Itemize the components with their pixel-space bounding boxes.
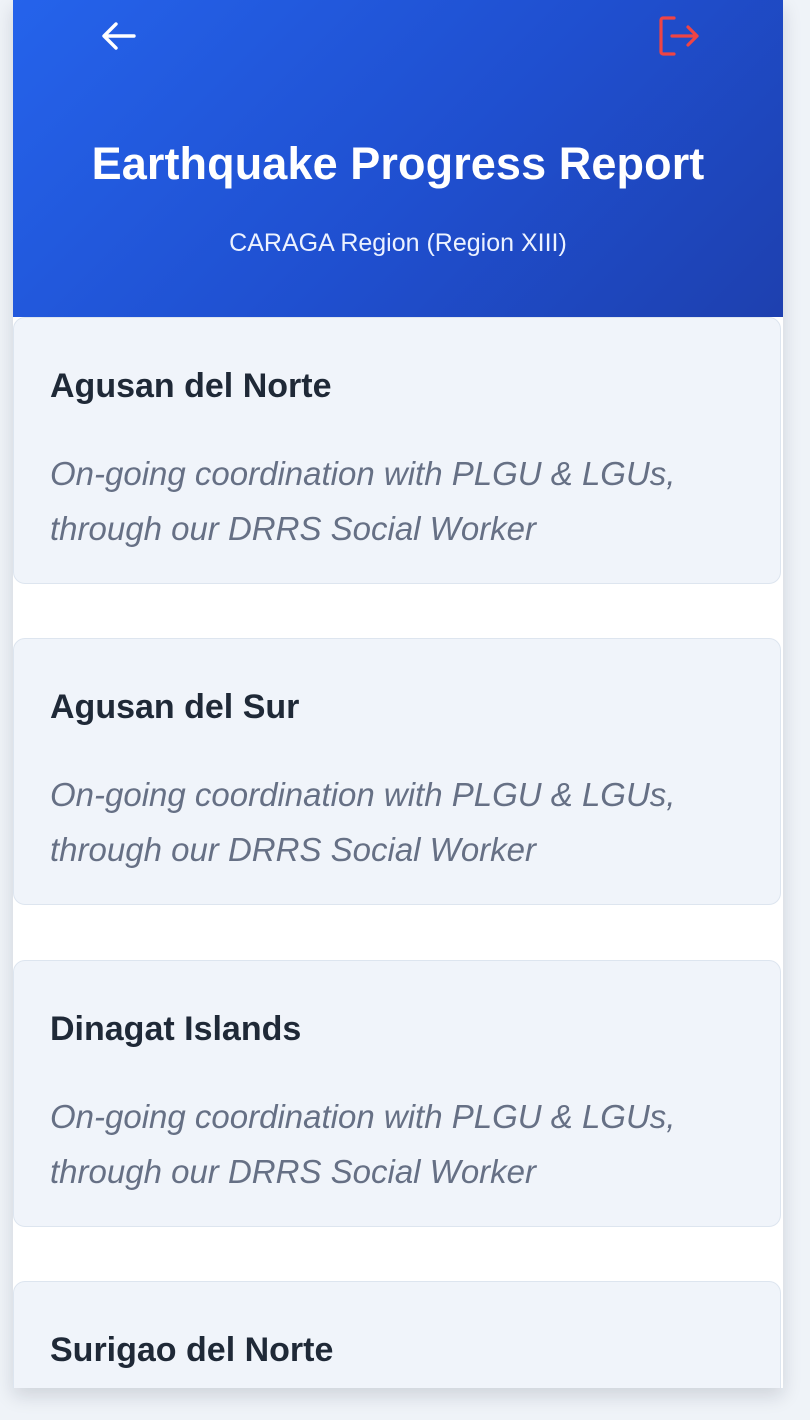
province-name: Dinagat Islands [50, 1010, 302, 1048]
province-status: On-going coordination with PLGU & LGUs, … [50, 1098, 676, 1190]
province-status: On-going coordination with PLGU & LGUs, … [50, 776, 676, 868]
province-name: Agusan del Sur [50, 688, 300, 726]
logout-button[interactable] [650, 10, 706, 66]
page-title: Earthquake Progress Report [91, 138, 705, 189]
region-subtitle: CARAGA Region (Region XIII) [229, 229, 567, 257]
province-name: Agusan del Norte [50, 367, 332, 405]
province-card-surigao-del-norte: Surigao del Norte [13, 1281, 781, 1388]
report-header: Earthquake Progress Report CARAGA Region… [13, 0, 783, 317]
province-name: Surigao del Norte [50, 1331, 334, 1369]
province-card-dinagat-islands: Dinagat Islands On-going coordination wi… [13, 960, 781, 1227]
province-card-agusan-del-norte: Agusan del Norte On-going coordination w… [13, 317, 781, 584]
back-button[interactable] [90, 10, 146, 66]
logout-icon [654, 12, 702, 65]
province-status: On-going coordination with PLGU & LGUs, … [50, 455, 676, 547]
province-card-agusan-del-sur: Agusan del Sur On-going coordination wit… [13, 638, 781, 905]
arrow-left-icon [98, 16, 138, 61]
mobile-app: Earthquake Progress Report CARAGA Region… [13, 0, 783, 1388]
